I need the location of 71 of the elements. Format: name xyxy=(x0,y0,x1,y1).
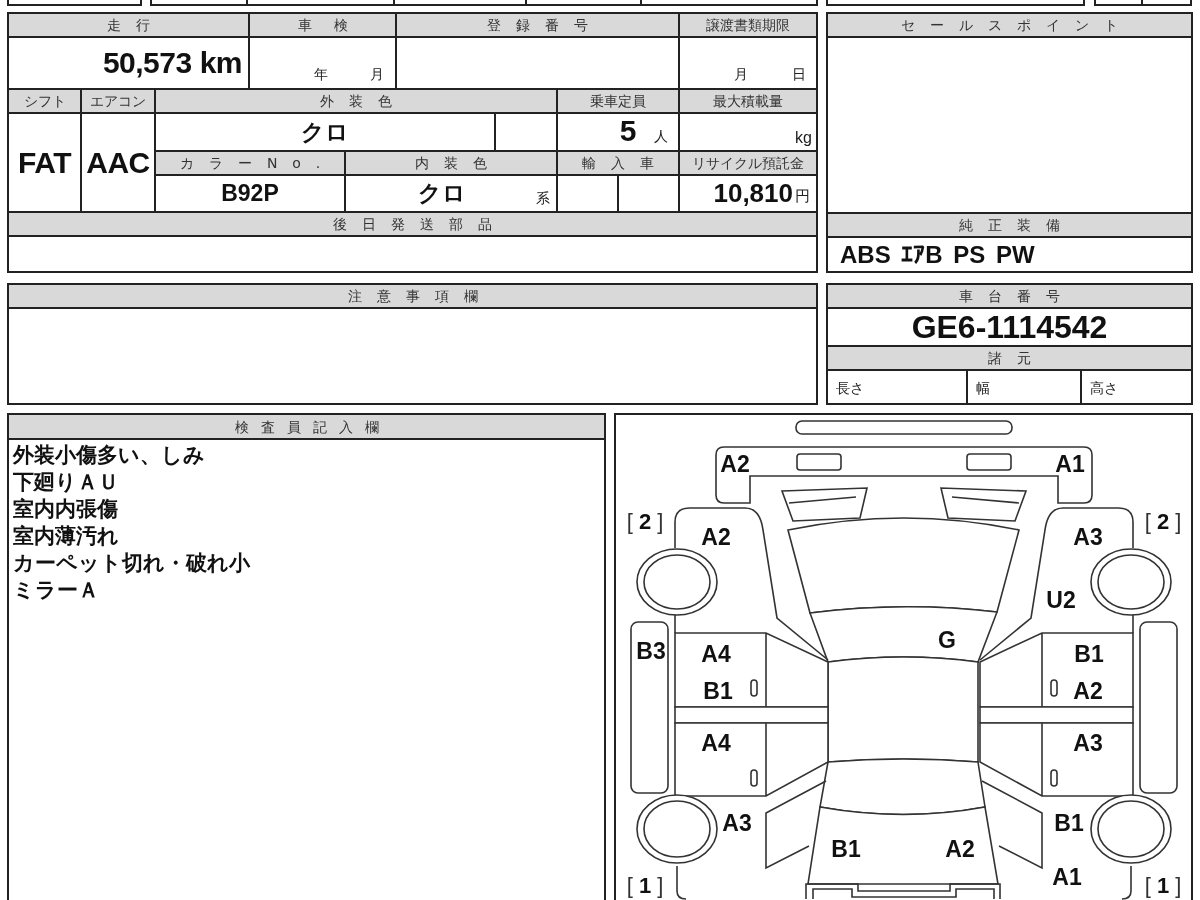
field-value: 10,810 xyxy=(713,178,793,209)
unit-label: kg xyxy=(795,129,812,147)
field-label: カラーNo. xyxy=(156,152,346,176)
field-label: シフト xyxy=(9,90,82,114)
mileage-value: 50,573 xyxy=(102,46,192,80)
note-line: ミラーＡ xyxy=(13,577,99,604)
damage-code: A3 xyxy=(722,811,752,835)
unit-label: 月 xyxy=(370,66,384,84)
position-label: [ 2 ] xyxy=(626,511,664,533)
unit-label: 月 xyxy=(734,66,748,84)
field-label: 注意事項欄 xyxy=(9,285,818,309)
damage-code: B3 xyxy=(636,639,666,663)
field-label: 外装色 xyxy=(156,90,558,114)
note-line: 外装小傷多い、しみ xyxy=(13,442,205,469)
field-label: 車検 xyxy=(250,14,397,38)
damage-code: A2 xyxy=(945,837,975,861)
field-label: エアコン xyxy=(82,90,156,114)
door-handle-icon xyxy=(750,769,758,787)
table-cell: ABS ｴｱB PS PW xyxy=(828,238,1193,273)
field-label: セールスポイント xyxy=(828,14,1193,38)
field-label: 諸元 xyxy=(828,347,1193,371)
table-cell: 高さ xyxy=(1082,371,1193,405)
field-label: 最大積載量 xyxy=(680,90,818,114)
door-handle-icon xyxy=(750,679,758,697)
unit-label: 円 xyxy=(795,187,810,206)
lamp-outline xyxy=(966,453,1012,471)
damage-code: A2 xyxy=(1073,679,1103,703)
damage-code: B1 xyxy=(703,679,733,703)
field-label: 純正装備 xyxy=(828,214,1193,238)
damage-code: A2 xyxy=(701,525,731,549)
unit-label: 系 xyxy=(536,189,550,208)
unit-label: 人 xyxy=(654,128,668,146)
note-line: カーペット切れ・破れ小 xyxy=(13,550,250,577)
damage-code: A4 xyxy=(701,731,731,755)
field-label: 登録番号 xyxy=(397,14,680,38)
position-label: [ 2 ] xyxy=(1144,511,1182,533)
damage-code: A2 xyxy=(720,452,750,476)
damage-code: A1 xyxy=(1055,452,1085,476)
damage-code: B1 xyxy=(831,837,861,861)
field-label: 輸入車 xyxy=(558,152,680,176)
damage-code: A3 xyxy=(1073,731,1103,755)
damage-code: A3 xyxy=(1073,525,1103,549)
field-label: 車台番号 xyxy=(828,285,1193,309)
field-label: 譲渡書類期限 xyxy=(680,14,818,38)
unit-label: 日 xyxy=(792,66,806,84)
damage-code: A4 xyxy=(701,642,731,666)
field-label: リサイクル預託金 xyxy=(680,152,818,176)
damage-code: B1 xyxy=(1074,642,1104,666)
position-label: [ 1 ] xyxy=(626,875,664,897)
unit-label: km xyxy=(199,46,242,80)
field-value: クロ xyxy=(418,179,466,208)
note-line: 室内内張傷 xyxy=(13,496,118,523)
note-line: 下廻りＡＵ xyxy=(13,469,119,496)
field-label: 乗車定員 xyxy=(558,90,680,114)
field-value: 5 xyxy=(619,114,636,148)
unit-label: 年 xyxy=(314,66,328,84)
field-label: 検査員記入欄 xyxy=(9,415,604,440)
field-label: 後日発送部品 xyxy=(9,213,818,237)
table-cell: 長さ xyxy=(828,371,968,405)
damage-code: G xyxy=(938,628,956,652)
field-label: 走行 xyxy=(9,14,250,38)
door-handle-icon xyxy=(1050,679,1058,697)
note-line: 室内薄汚れ xyxy=(13,523,119,550)
damage-code: U2 xyxy=(1046,588,1076,612)
field-label: 内装色 xyxy=(346,152,558,176)
door-handle-icon xyxy=(1050,769,1058,787)
table-cell: 幅 xyxy=(968,371,1082,405)
damage-code: A1 xyxy=(1052,865,1082,889)
damage-code: B1 xyxy=(1054,811,1084,835)
position-label: [ 1 ] xyxy=(1144,875,1182,897)
lamp-outline xyxy=(796,453,842,471)
